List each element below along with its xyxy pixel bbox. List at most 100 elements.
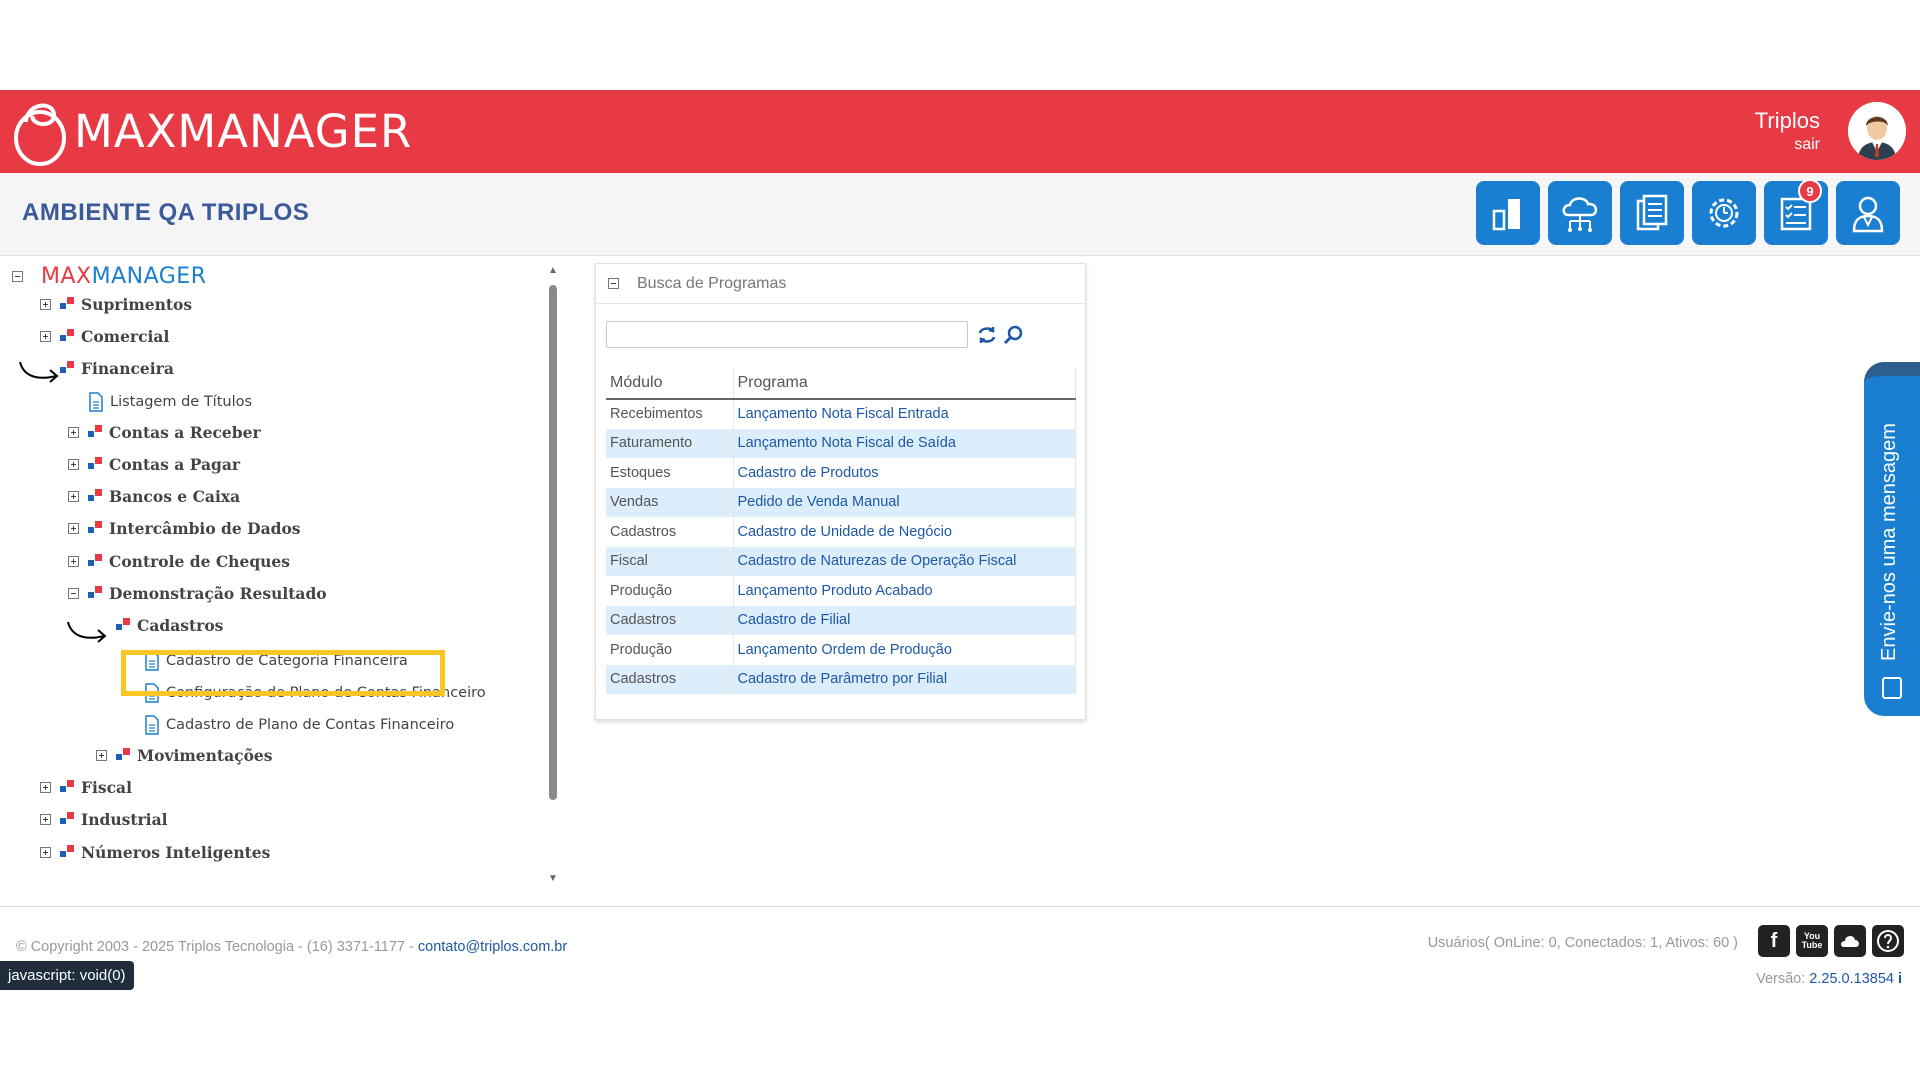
table-header-row: Módulo Programa: [606, 367, 1076, 400]
tree-node-contas-pagar[interactable]: Contas a Pagar: [68, 452, 240, 476]
tree-node-fiscal[interactable]: Fiscal: [40, 775, 132, 799]
tree-node-label: Suprimentos: [81, 294, 193, 314]
info-icon[interactable]: i: [1898, 971, 1902, 987]
program-search-input[interactable]: [606, 321, 968, 348]
annotation-arrow-icon: [19, 361, 59, 383]
refresh-button[interactable]: [976, 324, 998, 346]
search-icon: [1003, 325, 1023, 344]
tree-node-bancos-caixa[interactable]: Bancos e Caixa: [68, 484, 240, 508]
logout-link[interactable]: sair: [1755, 136, 1820, 154]
logo-swirl-icon: [14, 103, 66, 166]
scroll-down-icon[interactable]: ▼: [545, 873, 561, 885]
column-header-programa[interactable]: Programa: [733, 367, 1076, 400]
expand-icon[interactable]: [68, 490, 79, 502]
tree-node-contas-receber[interactable]: Contas a Receber: [68, 420, 261, 444]
tree-node-listagem-titulos[interactable]: Listagem de Títulos: [88, 390, 252, 414]
folder-icon: [59, 811, 75, 827]
tree-node-label: Financeira: [81, 358, 174, 378]
tree-node-label: Movimentações: [137, 745, 273, 765]
highlight-box: [121, 650, 445, 696]
module-cell: Produção: [606, 635, 734, 665]
folder-icon: [59, 328, 75, 344]
tree-node-movimentacoes[interactable]: Movimentações: [96, 743, 273, 767]
folder-icon: [87, 488, 103, 504]
tree-node-demonstracao-resultado[interactable]: Demonstração Resultado: [68, 581, 327, 605]
expand-icon[interactable]: [68, 426, 79, 438]
table-row[interactable]: Produção Lançamento Produto Acabado: [606, 576, 1076, 606]
expand-icon[interactable]: [68, 555, 79, 567]
table-row[interactable]: Faturamento Lançamento Nota Fiscal de Saí…: [606, 428, 1076, 458]
version-info: Versão: 2.25.0.13854 i: [1756, 971, 1902, 987]
settings-schedule-button[interactable]: [1692, 181, 1756, 245]
tree-node-numeros-inteligentes[interactable]: Números Inteligentes: [40, 840, 270, 864]
user-menu: Triplos sair: [1755, 108, 1820, 154]
expand-icon[interactable]: [68, 522, 79, 534]
module-cell: Cadastros: [606, 517, 734, 547]
tree-scrollbar[interactable]: ▲ ▼: [545, 265, 561, 885]
expand-icon[interactable]: [40, 330, 51, 342]
search-button[interactable]: [1002, 324, 1024, 346]
program-link[interactable]: Cadastro de Unidade de Negócio: [733, 517, 1076, 547]
program-link[interactable]: Lançamento Ordem de Produção: [733, 635, 1076, 665]
program-link[interactable]: Pedido de Venda Manual: [733, 487, 1076, 517]
youtube-icon[interactable]: You Tube: [1796, 925, 1828, 957]
reports-button[interactable]: [1476, 181, 1540, 245]
table-row[interactable]: Produção Lançamento Ordem de Produção: [606, 635, 1076, 665]
folder-icon: [59, 779, 75, 795]
table-row[interactable]: Recebimentos Lançamento Nota Fiscal Entra…: [606, 399, 1076, 429]
facebook-icon[interactable]: f: [1758, 925, 1790, 957]
program-search-panel: Busca de Programas Módulo Programa Receb…: [595, 263, 1086, 720]
tree-node-cadastro-plano-contas[interactable]: Cadastro de Plano de Contas Financeiro: [144, 713, 454, 737]
collapse-icon[interactable]: [12, 271, 23, 282]
documents-button[interactable]: [1620, 181, 1684, 245]
support-button[interactable]: [1836, 181, 1900, 245]
program-link[interactable]: Cadastro de Produtos: [733, 458, 1076, 488]
tree-node-comercial[interactable]: Comercial: [40, 324, 169, 348]
panel-header: Busca de Programas: [596, 264, 1085, 304]
program-link[interactable]: Lançamento Nota Fiscal de Saída: [733, 428, 1076, 458]
api-cloud-button[interactable]: [1548, 181, 1612, 245]
question-circle-icon: [1877, 930, 1899, 952]
tree-node-cadastros[interactable]: Cadastros: [96, 613, 223, 637]
program-link[interactable]: Lançamento Produto Acabado: [733, 576, 1076, 606]
collapse-icon[interactable]: [68, 587, 79, 599]
collapse-icon[interactable]: [608, 278, 619, 289]
expand-icon[interactable]: [40, 298, 51, 310]
expand-icon[interactable]: [68, 458, 79, 470]
tree-node-controle-cheques[interactable]: Controle de Cheques: [68, 549, 290, 573]
tree-node-label: Cadastro de Plano de Contas Financeiro: [166, 717, 455, 733]
expand-icon[interactable]: [96, 749, 107, 761]
module-cell: Cadastros: [606, 664, 734, 694]
column-header-modulo[interactable]: Módulo: [606, 367, 734, 400]
table-row[interactable]: Cadastros Cadastro de Parâmetro por Filia…: [606, 664, 1076, 694]
program-link[interactable]: Cadastro de Naturezas de Operação Fiscal: [733, 546, 1076, 576]
program-link[interactable]: Cadastro de Parâmetro por Filial: [733, 664, 1076, 694]
scroll-thumb[interactable]: [549, 285, 557, 800]
expand-icon[interactable]: [40, 813, 51, 825]
contact-email-link[interactable]: contato@triplos.com.br: [418, 939, 567, 955]
expand-icon[interactable]: [40, 846, 51, 858]
table-row[interactable]: Vendas Pedido de Venda Manual: [606, 487, 1076, 517]
cloud-icon[interactable]: [1834, 925, 1866, 957]
table-row[interactable]: Fiscal Cadastro de Naturezas de Operação …: [606, 546, 1076, 576]
program-link[interactable]: Lançamento Nota Fiscal Entrada: [733, 399, 1076, 429]
social-links: f You Tube: [1758, 925, 1904, 957]
help-icon[interactable]: [1872, 925, 1904, 957]
table-row[interactable]: Cadastros Cadastro de Unidade de Negócio: [606, 517, 1076, 547]
scroll-up-icon[interactable]: ▲: [545, 265, 561, 277]
table-row[interactable]: Cadastros Cadastro de Filial: [606, 605, 1076, 635]
table-row[interactable]: Estoques Cadastro de Produtos: [606, 458, 1076, 488]
avatar[interactable]: [1848, 102, 1906, 160]
tree-root[interactable]: MAXMANAGER: [12, 264, 207, 289]
brand-logo[interactable]: MAXMANAGER: [12, 90, 412, 173]
expand-icon[interactable]: [40, 781, 51, 793]
cloud-shape-icon: [1841, 935, 1859, 947]
tool-buttons: 9: [1476, 179, 1900, 245]
send-message-tab[interactable]: Envie-nos uma mensagem: [1864, 362, 1920, 716]
environment-title: AMBIENTE QA TRIPLOS: [22, 199, 310, 226]
program-link[interactable]: Cadastro de Filial: [733, 605, 1076, 635]
tree-node-industrial[interactable]: Industrial: [40, 807, 168, 831]
tree-node-intercambio-dados[interactable]: Intercâmbio de Dados: [68, 516, 301, 540]
tree-node-suprimentos[interactable]: Suprimentos: [40, 292, 192, 316]
tasks-button[interactable]: 9: [1764, 179, 1828, 245]
